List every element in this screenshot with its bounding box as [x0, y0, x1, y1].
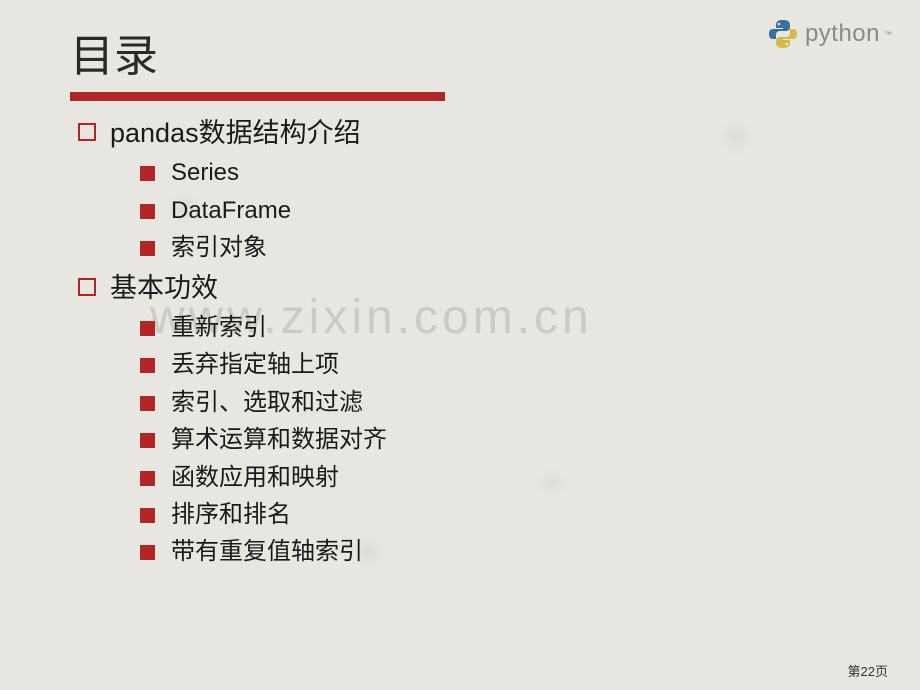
level2-container: 重新索引 丢弃指定轴上项 索引、选取和过滤 算术运算和数据对齐 函数应用和映射 … [78, 312, 850, 569]
outline-level1-item: pandas数据结构介绍 [78, 115, 850, 151]
hollow-square-bullet-icon [78, 123, 96, 141]
outline-level2-item: 算术运算和数据对齐 [140, 424, 850, 456]
outline-level2-item: 函数应用和映射 [140, 462, 850, 494]
level2-label: Series [171, 157, 239, 189]
outline-level2-item: 带有重复值轴索引 [140, 536, 850, 568]
level2-label: 重新索引 [171, 312, 267, 344]
level2-label: 算术运算和数据对齐 [171, 424, 387, 456]
filled-square-bullet-icon [140, 545, 155, 560]
filled-square-bullet-icon [140, 433, 155, 448]
filled-square-bullet-icon [140, 358, 155, 373]
filled-square-bullet-icon [140, 204, 155, 219]
outline-level2-item: 重新索引 [140, 312, 850, 344]
slide-content: 目录 pandas数据结构介绍 Series DataFrame 索引对象 基本… [0, 0, 920, 569]
level2-label: 函数应用和映射 [171, 462, 339, 494]
filled-square-bullet-icon [140, 396, 155, 411]
outline: pandas数据结构介绍 Series DataFrame 索引对象 基本功效 [70, 115, 850, 569]
level1-label: pandas数据结构介绍 [110, 115, 361, 151]
filled-square-bullet-icon [140, 241, 155, 256]
level2-label: 排序和排名 [171, 499, 291, 531]
outline-level1-item: 基本功效 [78, 270, 850, 306]
level2-label: 索引、选取和过滤 [171, 387, 363, 419]
filled-square-bullet-icon [140, 321, 155, 336]
hollow-square-bullet-icon [78, 278, 96, 296]
outline-level2-item: Series [140, 157, 850, 189]
level2-label: 带有重复值轴索引 [171, 536, 363, 568]
outline-level2-item: DataFrame [140, 195, 850, 227]
outline-level2-item: 索引、选取和过滤 [140, 387, 850, 419]
filled-square-bullet-icon [140, 471, 155, 486]
level2-label: 索引对象 [171, 232, 267, 264]
level2-container: Series DataFrame 索引对象 [78, 157, 850, 264]
slide-title: 目录 [70, 20, 850, 84]
outline-level2-item: 丢弃指定轴上项 [140, 349, 850, 381]
outline-level2-item: 排序和排名 [140, 499, 850, 531]
level1-label: 基本功效 [110, 270, 218, 306]
outline-level2-item: 索引对象 [140, 232, 850, 264]
title-underline [70, 92, 445, 101]
level2-label: 丢弃指定轴上项 [171, 349, 339, 381]
page-number: 第22页 [848, 661, 888, 680]
filled-square-bullet-icon [140, 166, 155, 181]
filled-square-bullet-icon [140, 508, 155, 523]
level2-label: DataFrame [171, 195, 291, 227]
